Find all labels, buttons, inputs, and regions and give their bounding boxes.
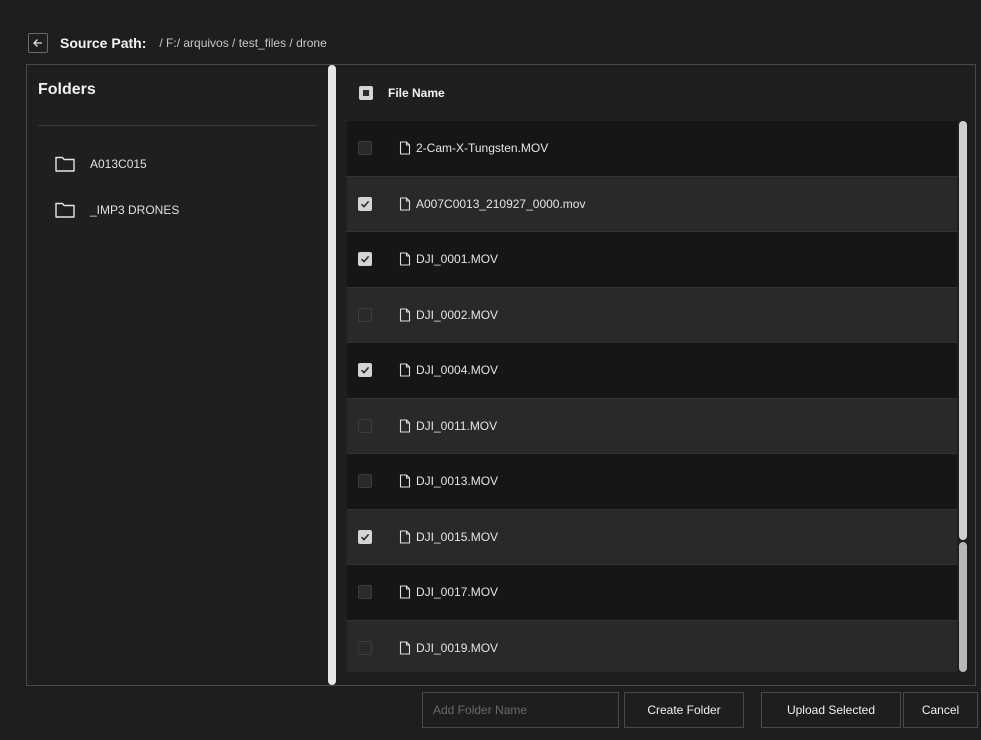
file-row[interactable]: A007C0013_210927_0000.mov	[347, 176, 957, 232]
source-path-value: / F:/ arquivos / test_files / drone	[159, 36, 327, 50]
file-icon	[399, 474, 411, 488]
folder-icon	[55, 156, 75, 172]
checkmark-icon	[360, 256, 370, 264]
file-name: DJI_0011.MOV	[416, 418, 498, 433]
create-folder-button[interactable]: Create Folder	[624, 692, 744, 728]
file-icon	[399, 308, 411, 322]
scrollbar-track-lower[interactable]	[959, 542, 967, 672]
file-name: DJI_0002.MOV	[416, 307, 499, 322]
file-row[interactable]: DJI_0011.MOV	[347, 398, 957, 454]
file-icon	[399, 141, 411, 155]
folders-title: Folders	[38, 81, 96, 98]
file-row[interactable]: DJI_0004.MOV	[347, 343, 957, 399]
file-checkbox[interactable]	[358, 640, 372, 655]
file-checkbox[interactable]	[358, 363, 372, 378]
file-icon	[399, 197, 411, 211]
select-all-checkbox[interactable]	[359, 86, 373, 100]
file-name: A007C0013_210927_0000.mov	[416, 196, 586, 211]
file-list-scrollbar[interactable]	[959, 121, 969, 672]
file-row[interactable]: DJI_0002.MOV	[347, 287, 957, 343]
file-row[interactable]: DJI_0001.MOV	[347, 232, 957, 288]
file-name-column-header: File Name	[388, 86, 445, 100]
folders-divider	[38, 125, 316, 126]
folder-name: A013C015	[90, 157, 147, 171]
file-name: DJI_0015.MOV	[416, 529, 499, 544]
file-checkbox[interactable]	[358, 474, 372, 489]
file-name: DJI_0017.MOV	[416, 585, 499, 600]
checkmark-icon	[360, 200, 370, 208]
file-icon	[399, 363, 411, 377]
checkmark-icon	[360, 533, 370, 541]
file-browser-panel: Folders A013C015 _IMP3 DRONES File Name …	[26, 64, 976, 686]
file-icon	[399, 419, 411, 433]
folder-item-imp3-drones[interactable]: _IMP3 DRONES	[55, 197, 179, 223]
file-checkbox[interactable]	[358, 307, 372, 322]
upload-selected-button[interactable]: Upload Selected	[761, 692, 901, 728]
file-name: DJI_0013.MOV	[416, 474, 499, 489]
file-name: DJI_0001.MOV	[416, 252, 499, 267]
folder-icon	[55, 202, 75, 218]
file-list: 2-Cam-X-Tungsten.MOV A007C0013_210927_000…	[347, 121, 957, 672]
source-path-bar: Source Path: / F:/ arquivos / test_files…	[28, 30, 327, 56]
file-row[interactable]: 2-Cam-X-Tungsten.MOV	[347, 121, 957, 177]
checkmark-icon	[360, 367, 370, 375]
file-checkbox[interactable]	[358, 141, 372, 156]
files-table-header: File Name	[347, 65, 975, 121]
file-name: 2-Cam-X-Tungsten.MOV	[416, 141, 549, 156]
file-checkbox[interactable]	[358, 585, 372, 600]
file-icon	[399, 252, 411, 266]
folders-pane: Folders A013C015 _IMP3 DRONES	[27, 65, 327, 685]
indeterminate-mark-icon	[363, 90, 369, 96]
file-icon	[399, 530, 411, 544]
action-bar: Create Folder Upload Selected Cancel	[0, 692, 981, 728]
add-folder-name-input[interactable]	[422, 692, 619, 728]
source-path-label: Source Path:	[60, 35, 147, 51]
folder-name: _IMP3 DRONES	[90, 203, 180, 217]
back-button[interactable]	[28, 33, 48, 53]
file-checkbox[interactable]	[358, 196, 372, 211]
file-row[interactable]: DJI_0019.MOV	[347, 620, 957, 672]
pane-splitter-handle[interactable]	[328, 65, 336, 685]
file-checkbox[interactable]	[358, 252, 372, 267]
file-icon	[399, 585, 411, 599]
file-row[interactable]: DJI_0013.MOV	[347, 454, 957, 510]
file-checkbox[interactable]	[358, 529, 372, 544]
cancel-button[interactable]: Cancel	[903, 692, 978, 728]
folder-item-a013c015[interactable]: A013C015	[55, 151, 147, 177]
arrow-left-icon	[33, 39, 42, 47]
file-name: DJI_0004.MOV	[416, 363, 499, 378]
file-row[interactable]: DJI_0017.MOV	[347, 565, 957, 621]
file-icon	[399, 641, 411, 655]
file-name: DJI_0019.MOV	[416, 640, 499, 655]
file-checkbox[interactable]	[358, 418, 372, 433]
files-pane: File Name 2-Cam-X-Tungsten.MOV A007C0013_…	[347, 65, 975, 685]
file-row[interactable]: DJI_0015.MOV	[347, 509, 957, 565]
scrollbar-thumb[interactable]	[959, 121, 967, 540]
